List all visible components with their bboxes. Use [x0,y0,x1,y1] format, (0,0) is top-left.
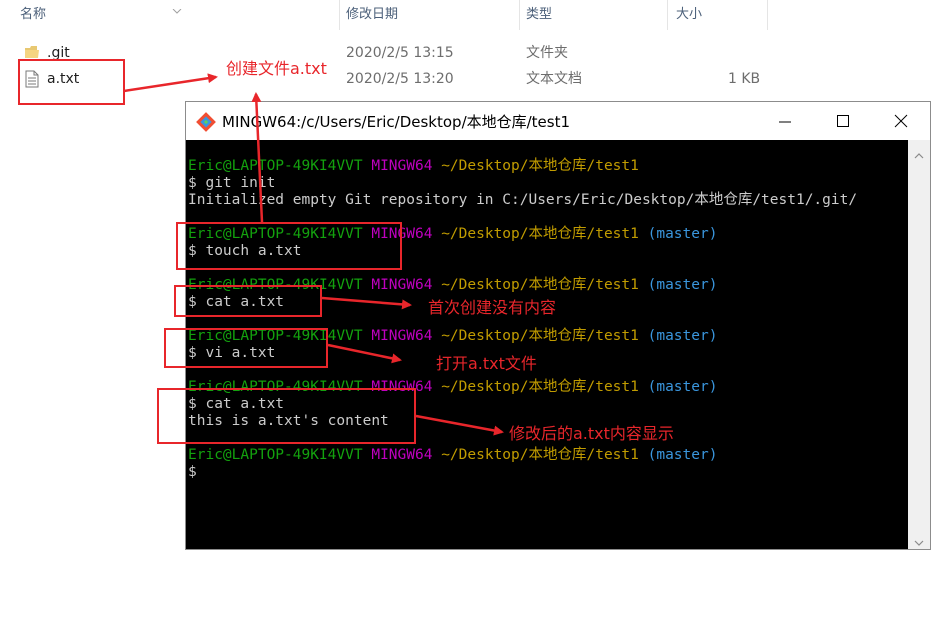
command-line: $ cat a.txt [188,396,285,412]
file-name: .git [47,45,70,61]
command-line: $ [188,464,197,480]
output-line: this is a.txt's content [188,413,389,429]
prompt-line: Eric@LAPTOP-49KI4VVT MINGW64 ~/Desktop/本… [188,379,718,395]
output-line: Initialized empty Git repository in C:/U… [188,192,858,208]
minimize-button[interactable] [756,102,814,140]
file-name: a.txt [47,71,80,87]
file-row-git[interactable]: .git 2020/2/5 13:15 文件夹 [0,40,942,66]
file-type: 文本文档 [526,71,582,87]
minimize-icon [779,121,791,123]
file-row-a-txt[interactable]: a.txt 2020/2/5 13:20 文本文档 1 KB [0,66,942,92]
command-line: $ touch a.txt [188,243,302,259]
window-title: MINGW64:/c/Users/Eric/Desktop/本地仓库/test1 [222,113,571,131]
terminal-output[interactable]: Eric@LAPTOP-49KI4VVT MINGW64 ~/Desktop/本… [186,140,908,549]
column-header-type[interactable]: 类型 [520,0,668,30]
sort-chevron-icon [172,0,182,14]
maximize-icon [837,115,849,127]
prompt-line: Eric@LAPTOP-49KI4VVT MINGW64 ~/Desktop/本… [188,277,718,293]
close-icon [894,114,908,128]
prompt-line: Eric@LAPTOP-49KI4VVT MINGW64 ~/Desktop/本… [188,226,718,242]
column-header-modified[interactable]: 修改日期 [340,0,520,30]
folder-icon [24,43,40,61]
text-file-icon [24,70,40,88]
close-button[interactable] [872,102,930,140]
file-type: 文件夹 [526,45,568,61]
column-header-size[interactable]: 大小 [670,0,768,30]
git-logo-icon [196,112,216,132]
file-modified: 2020/2/5 13:15 [346,45,454,61]
vertical-scrollbar[interactable] [908,140,930,549]
scroll-up-icon[interactable] [913,146,925,159]
prompt-line: Eric@LAPTOP-49KI4VVT MINGW64 ~/Desktop/本… [188,447,718,463]
title-bar[interactable]: MINGW64:/c/Users/Eric/Desktop/本地仓库/test1 [186,102,930,140]
file-explorer: 名称 修改日期 类型 大小 .git 2020/2/5 13:15 文件夹 a. [0,0,942,100]
command-line: $ git init [188,175,276,191]
git-bash-window[interactable]: MINGW64:/c/Users/Eric/Desktop/本地仓库/test1… [185,101,931,550]
maximize-button[interactable] [814,102,872,140]
scroll-down-icon[interactable] [913,533,925,546]
command-line: $ cat a.txt [188,294,285,310]
command-line: $ vi a.txt [188,345,276,361]
file-size: 1 KB [728,71,761,87]
prompt-line: Eric@LAPTOP-49KI4VVT MINGW64 ~/Desktop/本… [188,328,718,344]
prompt-line: Eric@LAPTOP-49KI4VVT MINGW64 ~/Desktop/本… [188,158,639,174]
file-modified: 2020/2/5 13:20 [346,71,454,87]
